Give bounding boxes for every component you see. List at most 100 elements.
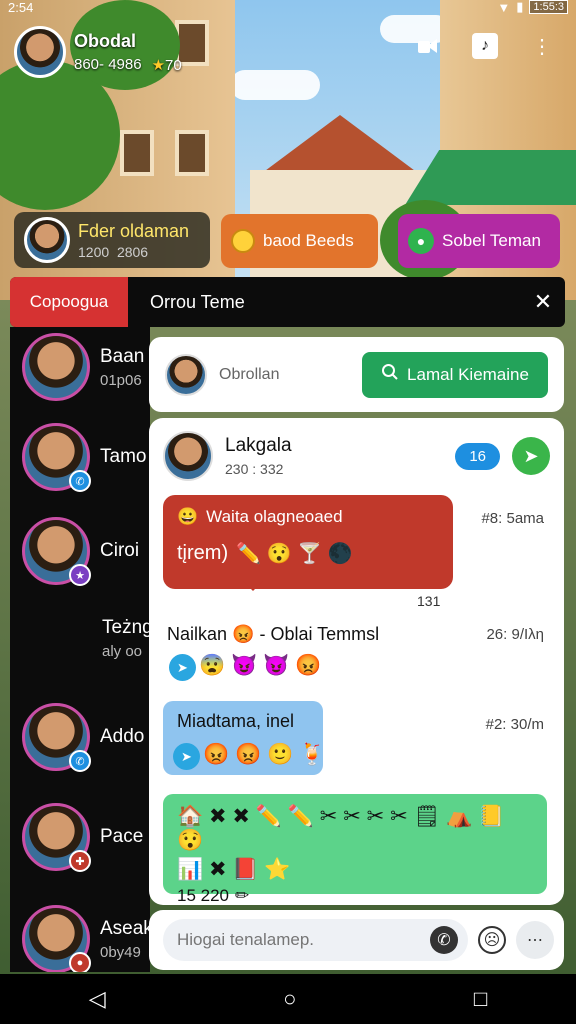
sun-emoji-icon: 😀 [177,507,199,526]
user-icon: ● [408,228,434,254]
emoji-icons: 😨 😈 😈 😡 [199,654,322,677]
status-badge-icon: ★ [69,564,91,586]
sticker-panel[interactable]: 🏠 ✖ ✖ ✏️ ✏️ ✂ ✂ ✂ ✂ 🗒 ⛺ 📒 😯 📊 ✖ 📕 ⭐ 15 2… [163,794,547,905]
user-pill-sub-b: 2806 [116,243,149,260]
mic-off-icon[interactable] [414,32,442,60]
chat-panel: Lakgala 230 : 332 16 ➤ 😀 Waita olagneoaed… [149,418,564,905]
list-item[interactable]: ✆ Addo [22,703,145,772]
tab-title[interactable]: Orrou Teme [150,292,521,313]
tiktok-icon[interactable]: ♪ [472,33,498,59]
back-icon[interactable]: ◁ [89,986,106,1012]
list-item[interactable]: ✚ Pace [22,803,144,872]
list-item[interactable]: Baan 01p06 [22,333,144,401]
tab-active[interactable]: Copoogua [10,277,128,327]
pencil-icon: ✏ [235,886,250,905]
cloud [230,70,320,100]
message-input-bar: ✆ ☹ ⋯ [149,910,564,970]
chat-name: Lakgala [225,435,292,456]
user-pill[interactable]: Fder oldaman 1200 2806 [14,212,210,268]
tab-strip: Copoogua Orrou Teme ✕ [10,277,565,327]
whatsapp-icon: ✆ [69,470,91,492]
message-count: 131 [417,593,441,609]
message-field[interactable]: ✆ [163,919,468,961]
message-sender: Nailkan [167,624,228,644]
search-card: Obrollan Lamal Kiemaine [149,337,564,412]
status-icons: ▼ ▮ 1:55:3 [497,0,568,15]
status-badge-icon: ● [69,952,91,972]
message-title: Waita olagneoaed [206,507,343,526]
status-bar: 2:54 ▼ ▮ 1:55:3 [0,0,576,15]
avatar: ✆ [22,423,91,492]
emoji-icon: 😡 [232,624,255,644]
message-time: #2: 30/m [485,716,544,733]
sticker-icons: 📊 ✖ 📕 ⭐ [177,858,291,881]
star-icon: ★ [151,56,166,74]
contact-name: Pace [100,826,144,847]
emoji-icons: ✏️ 😯 🍸 🌑 [236,543,353,565]
recents-icon[interactable]: □ [474,986,487,1012]
user-pill-sub: 1200 2806 [78,244,189,260]
contact-name: Ciroi [100,540,140,561]
sobel-label: Sobel Teman [442,231,541,250]
header-actions: ♪ ⋮ [414,32,556,60]
avatar: ✚ [22,803,91,872]
coin-stat: ★70 [152,56,182,74]
battery-indicator: 1:55:3 [529,0,568,14]
chat-header: Lakgala 230 : 332 16 ➤ [163,428,550,484]
search-card-label: Obrollan [219,365,280,383]
telegram-icon: ➤ [169,654,196,681]
coin-icon [231,229,255,253]
profile-name: Obodal [74,30,136,51]
whatsapp-icon[interactable]: ✆ [430,926,458,954]
avatar[interactable] [14,26,66,78]
message-bubble[interactable]: 😀 Waita olagneoaed tįrem) ✏️ 😯 🍸 🌑 [163,495,453,591]
message-input[interactable] [177,930,430,950]
avatar [24,217,70,263]
window [120,130,154,176]
message-text: Miadtama, inel [177,711,295,731]
avatar: ● [22,905,91,972]
user-pill-sub-a: 1200 [78,243,110,260]
avatar[interactable] [163,431,213,481]
profile-header[interactable]: Obodal 860- 4986 ★70 [14,26,182,78]
close-icon[interactable]: ✕ [521,289,565,315]
status-badge-icon: ✚ [69,850,91,872]
search-button[interactable]: Lamal Kiemaine [362,351,548,398]
window [175,130,209,176]
more-icon[interactable]: ⋯ [516,921,554,959]
message-text[interactable]: Nailkan 😡 - Oblai Temmsl [167,624,379,645]
profile-stat-a: 860- 4986 [74,55,142,73]
sticker-icon[interactable]: ☹ [478,926,506,954]
sobel-button[interactable]: ● Sobel Teman [398,214,560,268]
emoji-row: ➤ 😨 😈 😈 😡 [169,654,321,681]
list-item[interactable]: ● Aseak 0by49 [22,905,150,972]
emoji-icons: 😡 😡 🙂 🍹 [203,743,326,766]
beeds-button[interactable]: baod Beeds [221,214,378,268]
send-icon[interactable]: ➤ [512,437,550,475]
list-item[interactable]: ★ Ciroi [22,517,140,586]
chat-status: 230 : 332 [225,461,284,477]
contact-name: Addo [100,726,145,747]
message-text: tįrem) [177,542,229,564]
signal-icon: ▮ [516,0,524,14]
more-vert-icon[interactable]: ⋮ [528,32,556,60]
contact-name: Baan [100,345,145,367]
sticker-icons: 🏠 ✖ ✖ ✏️ ✏️ ✂ ✂ ✂ ✂ 🗒 ⛺ 📒 😯 [177,805,505,852]
wifi-icon: ▼ [497,0,511,15]
search-icon [381,363,399,386]
telegram-icon: ➤ [173,743,200,770]
avatar[interactable] [165,353,207,396]
contact-name: Aseak [100,917,150,939]
list-item[interactable]: ✆ Tamo [22,423,146,492]
contact-sub: aly oo [102,643,143,660]
whatsapp-icon: ✆ [69,750,91,772]
contact-list: Baan 01p06 ✆ Tamo ★ Ciroi Teżng aly oo ✆ A… [10,327,150,972]
avatar: ✆ [22,703,91,772]
avatar: ★ [22,517,91,586]
system-nav-bar: ◁ ○ □ [0,974,576,1024]
unread-count-badge[interactable]: 16 [455,442,500,470]
home-icon[interactable]: ○ [283,986,296,1012]
list-item[interactable]: Teżng aly oo [102,617,150,660]
sticker-count-value: 15 220 [177,886,229,905]
sticker-row: 🏠 ✖ ✖ ✏️ ✏️ ✂ ✂ ✂ ✂ 🗒 ⛺ 📒 😯 [177,804,533,853]
